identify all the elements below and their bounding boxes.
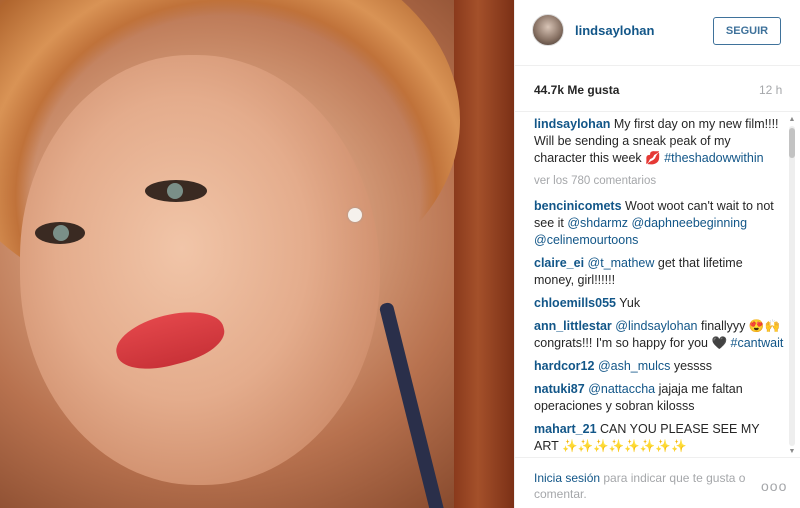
- more-options-icon[interactable]: ooo: [761, 478, 787, 494]
- comment-mention[interactable]: @nattaccha: [588, 382, 655, 396]
- comment-item: chloemills055 Yuk: [534, 295, 784, 312]
- comment-mention[interactable]: @daphneebeginning: [631, 216, 747, 230]
- comment-username[interactable]: natuki87: [534, 382, 585, 396]
- comment-item: mahart_21 CAN YOU PLEASE SEE MY ART ✨✨✨✨…: [534, 421, 784, 455]
- post-photo[interactable]: [0, 0, 514, 508]
- comment-hashtag[interactable]: #cantwait: [731, 336, 784, 350]
- comment-mention[interactable]: @lindsaylohan: [615, 319, 697, 333]
- scroll-up-arrow-icon[interactable]: ▲: [787, 116, 797, 124]
- scroll-down-arrow-icon[interactable]: ▼: [787, 448, 797, 456]
- comments-scrollbar[interactable]: ▲ ▼: [787, 116, 797, 456]
- comment-username[interactable]: claire_ei: [534, 256, 584, 270]
- view-all-comments-link[interactable]: ver los 780 comentarios: [534, 173, 784, 190]
- comment-username[interactable]: ann_littlestar: [534, 319, 612, 333]
- comment-mention[interactable]: @t_mathew: [588, 256, 655, 270]
- comment-item: bencinicomets Woot woot can't wait to no…: [534, 198, 784, 249]
- comment-item: ann_littlestar @lindsaylohan finallyyy 😍…: [534, 318, 784, 352]
- post-sidebar: lindsaylohan SEGUIR 44.7k Me gusta 12 h …: [514, 0, 800, 508]
- comment-mention[interactable]: @ash_mulcs: [598, 359, 670, 373]
- post-header: lindsaylohan SEGUIR: [515, 0, 800, 66]
- comment-text: Yuk: [619, 296, 641, 310]
- comment-mention[interactable]: @shdarmz: [567, 216, 628, 230]
- login-link[interactable]: Inicia sesión: [534, 471, 600, 485]
- caption-username[interactable]: lindsaylohan: [534, 117, 610, 131]
- post-time[interactable]: 12 h: [759, 83, 782, 97]
- profile-avatar[interactable]: [532, 14, 564, 46]
- header-username[interactable]: lindsaylohan: [575, 23, 654, 38]
- photo-earring: [348, 208, 362, 222]
- comment-item: claire_ei @t_mathew get that lifetime mo…: [534, 255, 784, 289]
- comment-item: natuki87 @nattaccha jajaja me faltan ope…: [534, 381, 784, 415]
- caption-hashtag[interactable]: #theshadowwithin: [664, 151, 763, 165]
- likes-count[interactable]: 44.7k Me gusta: [534, 83, 619, 97]
- post-footer: Inicia sesión para indicar que te gusta …: [515, 457, 800, 508]
- follow-button[interactable]: SEGUIR: [713, 17, 781, 45]
- comment-username[interactable]: chloemills055: [534, 296, 616, 310]
- photo-eye-left: [145, 180, 207, 202]
- photo-strap: [378, 301, 446, 508]
- likes-row: 44.7k Me gusta 12 h: [515, 66, 800, 112]
- comments-list: lindsaylohan My first day on my new film…: [534, 116, 784, 456]
- comment-username[interactable]: bencinicomets: [534, 199, 622, 213]
- comment-username[interactable]: mahart_21: [534, 422, 597, 436]
- comment-username[interactable]: hardcor12: [534, 359, 594, 373]
- login-prompt: Inicia sesión para indicar que te gusta …: [534, 470, 754, 502]
- photo-background-wall: [454, 0, 514, 508]
- comment-item: hardcor12 @ash_mulcs yessss: [534, 358, 784, 375]
- comment-mention[interactable]: @celinemourtoons: [534, 233, 638, 247]
- scroll-thumb[interactable]: [789, 128, 795, 158]
- photo-face: [20, 55, 380, 485]
- scroll-track[interactable]: [789, 126, 795, 446]
- post-caption: lindsaylohan My first day on my new film…: [534, 116, 784, 167]
- photo-eye-right: [35, 222, 85, 244]
- comment-text: yessss: [673, 359, 713, 373]
